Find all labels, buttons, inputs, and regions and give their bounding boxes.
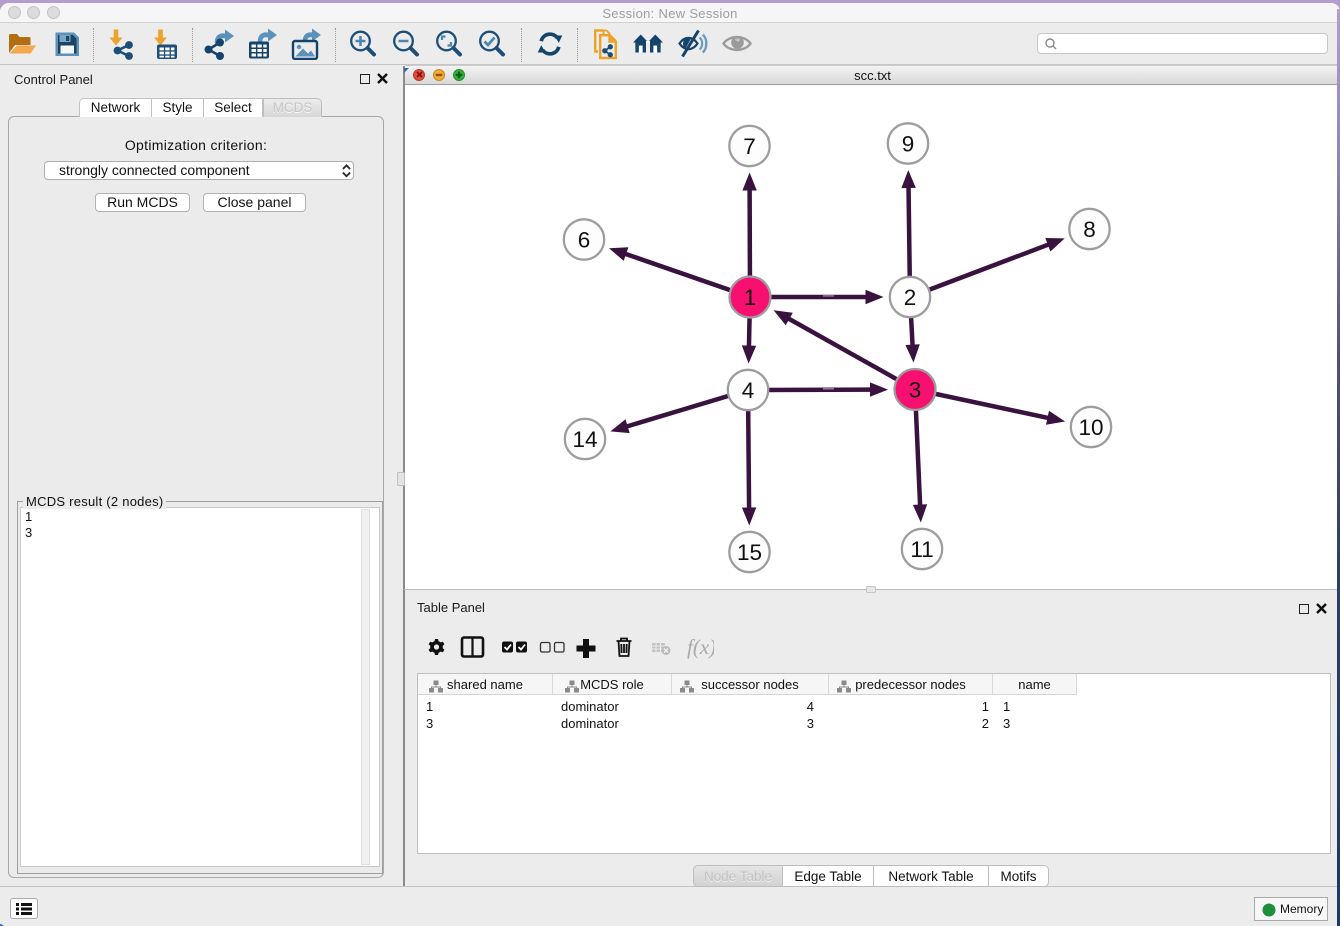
svg-text:10: 10 [1078, 415, 1103, 440]
svg-text:8: 8 [1083, 217, 1096, 242]
svg-text:f(x): f(x) [687, 635, 714, 659]
svg-text:15: 15 [737, 540, 762, 565]
svg-text:2: 2 [904, 285, 917, 310]
svg-text:7: 7 [743, 134, 756, 159]
svg-text:1: 1 [744, 285, 757, 310]
svg-text:3: 3 [909, 378, 922, 403]
svg-text:6: 6 [578, 228, 591, 253]
svg-text:14: 14 [572, 427, 597, 452]
svg-text:4: 4 [742, 378, 755, 403]
svg-text:11: 11 [910, 537, 933, 562]
svg-text:9: 9 [902, 132, 915, 157]
